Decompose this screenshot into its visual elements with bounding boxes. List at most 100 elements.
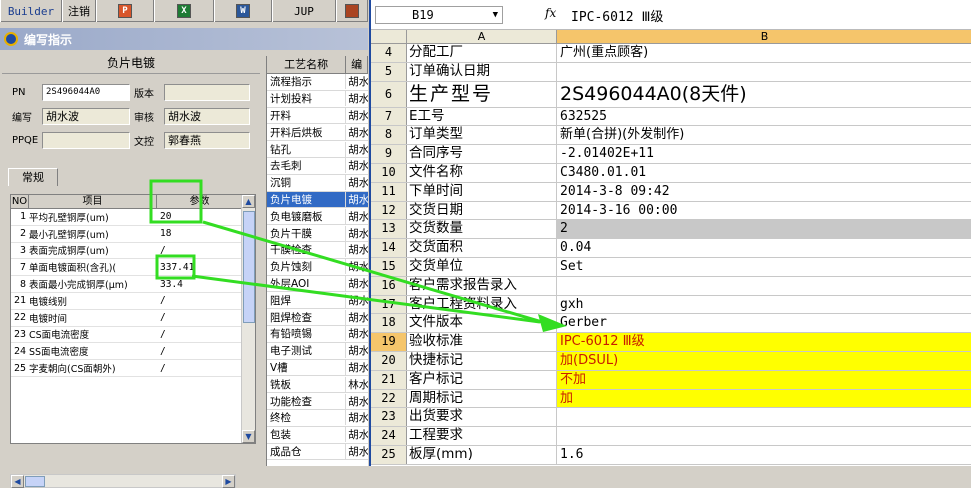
cell-b[interactable] — [557, 427, 971, 445]
reviewer-field[interactable]: 胡水波 — [164, 108, 250, 125]
cell-b[interactable] — [557, 277, 971, 295]
logout-button[interactable]: 注销 — [62, 0, 96, 22]
cell-a[interactable]: 周期标记 — [407, 389, 557, 408]
name-box[interactable]: B19 ▼ — [375, 6, 503, 24]
excel-button[interactable]: X — [154, 0, 214, 22]
process-row[interactable]: 铣板 林水 — [267, 376, 368, 394]
cell-b[interactable]: gxh — [557, 296, 971, 314]
hscroll-thumb[interactable] — [25, 476, 45, 487]
cell-a[interactable]: 生产型号 — [407, 81, 557, 107]
cell-b[interactable]: 2014-3-8 09:42 — [557, 183, 971, 201]
row-header[interactable]: 8 — [371, 126, 407, 145]
cell-a[interactable]: 订单类型 — [407, 126, 557, 145]
grid-row[interactable]: 23 CS面电流密度 / — [11, 327, 255, 344]
cell-a[interactable]: 交货数量 — [407, 220, 557, 239]
cell-a[interactable]: 文件版本 — [407, 314, 557, 333]
cell-a[interactable]: 分配工厂 — [407, 44, 557, 62]
cell-b[interactable]: 加(DSUL) — [557, 352, 971, 370]
cell-a[interactable]: 交货日期 — [407, 201, 557, 220]
grid-cell-value[interactable]: / — [157, 295, 243, 306]
select-all-corner[interactable] — [371, 30, 407, 43]
process-row[interactable]: 阻焊 胡水 — [267, 292, 368, 310]
fx-icon[interactable]: fx — [545, 6, 556, 20]
row-header[interactable]: 21 — [371, 370, 407, 389]
process-row[interactable]: 负片蚀刻 胡水 — [267, 259, 368, 276]
process-row[interactable]: 去毛刺 胡水 — [267, 158, 368, 175]
grid-row[interactable]: 2 最小孔壁铜厚(um) 18 — [11, 226, 255, 243]
scroll-thumb[interactable] — [243, 211, 255, 323]
row-header[interactable]: 19 — [371, 333, 407, 351]
cell-a[interactable]: 出货要求 — [407, 408, 557, 427]
cell-a[interactable]: 订单确认日期 — [407, 62, 557, 81]
scroll-left-icon[interactable]: ◀ — [11, 475, 24, 488]
cell-b[interactable]: 新单(合拼)(外发制作) — [557, 126, 971, 144]
cell-b[interactable]: 加 — [557, 389, 971, 408]
row-header[interactable]: 11 — [371, 182, 407, 201]
row-header[interactable]: 4 — [371, 44, 407, 62]
process-row[interactable]: 电子测试 胡水 — [267, 343, 368, 360]
formula-input[interactable]: IPC-6012 Ⅲ级 — [571, 6, 663, 25]
row-header[interactable]: 13 — [371, 220, 407, 239]
row-header[interactable]: 14 — [371, 239, 407, 257]
cell-a[interactable]: E工号 — [407, 107, 557, 126]
column-header-a[interactable]: A — [407, 30, 557, 43]
process-row[interactable]: 计划投料 胡水 — [267, 91, 368, 108]
cell-a[interactable]: 快捷标记 — [407, 352, 557, 370]
cell-a[interactable]: 验收标准 — [407, 333, 557, 351]
grid-cell-value[interactable]: / — [157, 346, 243, 357]
row-header[interactable]: 25 — [371, 446, 407, 464]
cell-b[interactable]: C3480.01.01 — [557, 164, 971, 182]
cell-a[interactable]: 客户标记 — [407, 370, 557, 389]
process-row[interactable]: 阻焊检查 胡水 — [267, 309, 368, 326]
row-header[interactable]: 24 — [371, 427, 407, 445]
process-row[interactable]: 干膜检查 胡水 — [267, 242, 368, 259]
cell-b[interactable]: -2.01402E+11 — [557, 145, 971, 163]
grid-cell-value[interactable]: / — [157, 245, 243, 256]
grid-row[interactable]: 24 SS面电流密度 / — [11, 343, 255, 361]
grid-row[interactable]: 22 电镀时间 / — [11, 310, 255, 327]
cell-b[interactable]: IPC-6012 Ⅲ级 — [557, 333, 971, 351]
pn-field[interactable]: 2S496044A0 — [42, 84, 130, 101]
cell-a[interactable]: 交货面积 — [407, 239, 557, 257]
cell-a[interactable]: 下单时间 — [407, 182, 557, 201]
process-header-name[interactable]: 工艺名称 — [267, 56, 347, 73]
cell-a[interactable]: 交货单位 — [407, 258, 557, 276]
grid-header-no[interactable]: NO — [11, 195, 29, 208]
cell-b[interactable]: 不加 — [557, 370, 971, 389]
cell-b[interactable]: 0.04 — [557, 239, 971, 257]
process-row[interactable]: V槽 胡水 — [267, 359, 368, 377]
column-header-b[interactable]: B — [557, 30, 971, 43]
process-row[interactable]: 负片干膜 胡水 — [267, 225, 368, 242]
scroll-down-icon[interactable]: ▼ — [242, 430, 255, 443]
extra-button[interactable] — [336, 0, 368, 22]
scroll-up-icon[interactable]: ▲ — [242, 195, 255, 208]
grid-row[interactable]: 25 字麦朝向(CS面朝外) / — [11, 360, 255, 377]
process-row[interactable]: 开料 胡水 — [267, 107, 368, 125]
row-header[interactable]: 16 — [371, 276, 407, 295]
grid-cell-value[interactable]: / — [157, 329, 243, 340]
row-header[interactable]: 18 — [371, 314, 407, 333]
cell-b[interactable]: 2 — [557, 220, 971, 239]
cell-b[interactable]: Set — [557, 258, 971, 276]
cell-b[interactable] — [557, 63, 971, 81]
grid-row[interactable]: 21 电镀线别 / — [11, 293, 255, 310]
cell-b[interactable]: 632525 — [557, 108, 971, 126]
process-row[interactable]: 功能检查 胡水 — [267, 393, 368, 410]
grid-cell-value[interactable]: 33.4 — [157, 279, 243, 290]
process-row[interactable]: 沉铜 胡水 — [267, 175, 368, 192]
row-header[interactable]: 5 — [371, 62, 407, 81]
grid-cell-value[interactable]: / — [157, 312, 243, 323]
grid-row[interactable]: 8 表面最小完成铜厚(μm) 33.4 — [11, 276, 255, 293]
grid-row[interactable]: 7 单面电镀面积(含孔)(337.41 — [11, 259, 255, 277]
chevron-down-icon[interactable]: ▼ — [493, 7, 498, 23]
control-field[interactable]: 郭春燕 — [164, 132, 250, 149]
grid-row[interactable]: 1 平均孔壁铜厚(um) 20 — [11, 209, 255, 226]
dialog-title-bar[interactable]: 编写指示 — [0, 28, 368, 50]
process-row[interactable]: 外层AOI 胡水 — [267, 275, 368, 293]
ppqe-field[interactable] — [42, 132, 130, 149]
process-row[interactable]: 流程指示 胡水 — [267, 74, 368, 91]
row-header[interactable]: 17 — [371, 295, 407, 314]
process-row[interactable]: 成品仓 胡水 — [267, 443, 368, 461]
process-row[interactable]: 负片电镀 胡水 — [267, 191, 368, 209]
builder-button[interactable]: Builder — [0, 0, 62, 22]
